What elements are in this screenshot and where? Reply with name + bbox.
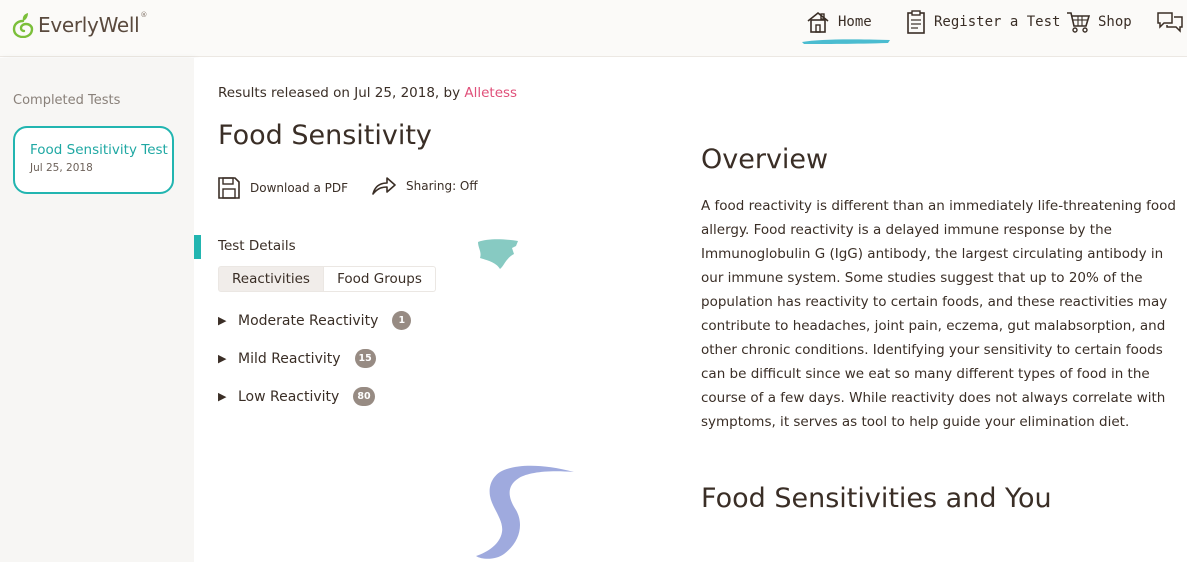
sidebar: Completed Tests Food Sensitivity Test Ju… bbox=[0, 58, 194, 562]
test-card-date: Jul 25, 2018 bbox=[30, 162, 93, 174]
clipboard-icon bbox=[907, 10, 925, 34]
results-released-line: Results released on Jul 25, 2018, by All… bbox=[218, 85, 517, 101]
top-header: EverlyWell ® Home Register a Test Shop bbox=[0, 0, 1187, 57]
overview-body: A food reactivity is different than an i… bbox=[701, 198, 1176, 430]
nav-shop[interactable]: Shop bbox=[1066, 10, 1132, 34]
nav-register-test[interactable]: Register a Test bbox=[906, 10, 1060, 34]
tab-food-groups[interactable]: Food Groups bbox=[324, 266, 436, 292]
expand-triangle-icon: ▶ bbox=[218, 352, 227, 365]
reactivity-label: Low Reactivity bbox=[238, 388, 340, 405]
released-author-link[interactable]: Alletess bbox=[464, 85, 517, 101]
test-details-tabs: Reactivities Food Groups bbox=[218, 266, 436, 292]
count-badge: 1 bbox=[392, 311, 412, 330]
house-icon bbox=[807, 11, 829, 33]
reactivity-row-moderate[interactable]: ▶ Moderate Reactivity 1 bbox=[218, 311, 412, 330]
share-arrow-icon bbox=[372, 177, 396, 195]
shopping-cart-icon bbox=[1067, 12, 1090, 33]
teal-paint-decoration bbox=[478, 239, 518, 269]
nav-support-chat[interactable] bbox=[1157, 10, 1187, 34]
page-title: Food Sensitivity bbox=[218, 120, 432, 151]
nav-shop-label: Shop bbox=[1098, 14, 1132, 30]
test-card-title: Food Sensitivity Test bbox=[30, 142, 168, 158]
test-details-label: Test Details bbox=[218, 238, 296, 254]
overview-heading: Overview bbox=[701, 144, 829, 175]
nav-home[interactable]: Home bbox=[806, 10, 872, 34]
download-pdf-label: Download a PDF bbox=[250, 181, 349, 195]
home-active-brushstroke bbox=[802, 39, 890, 44]
blue-paint-swirl-decoration bbox=[476, 465, 574, 559]
test-details-marker bbox=[194, 235, 201, 259]
chat-bubbles-icon bbox=[1157, 12, 1183, 33]
sharing-label: Sharing: Off bbox=[406, 179, 478, 193]
nav-home-label: Home bbox=[838, 14, 872, 30]
test-card-food-sensitivity[interactable]: Food Sensitivity Test Jul 25, 2018 bbox=[13, 126, 174, 194]
main-content: Results released on Jul 25, 2018, by All… bbox=[194, 58, 1187, 562]
download-pdf-button[interactable]: Download a PDF bbox=[218, 177, 348, 199]
leaf-logo-icon bbox=[12, 13, 34, 38]
food-sensitivities-heading: Food Sensitivities and You bbox=[701, 483, 1052, 514]
expand-triangle-icon: ▶ bbox=[218, 314, 227, 327]
nav-register-label: Register a Test bbox=[934, 14, 1061, 30]
reactivity-row-low[interactable]: ▶ Low Reactivity 80 bbox=[218, 387, 375, 406]
reactivity-label: Moderate Reactivity bbox=[238, 312, 379, 329]
floppy-disk-icon bbox=[218, 177, 240, 199]
everlywell-logo[interactable]: EverlyWell ® bbox=[11, 9, 147, 41]
expand-triangle-icon: ▶ bbox=[218, 390, 227, 403]
completed-tests-heading: Completed Tests bbox=[13, 93, 121, 108]
count-badge: 15 bbox=[354, 349, 376, 368]
logo-text: EverlyWell bbox=[38, 13, 140, 37]
released-text: Results released on Jul 25, 2018, by bbox=[218, 85, 461, 101]
reactivity-row-mild[interactable]: ▶ Mild Reactivity 15 bbox=[218, 349, 376, 368]
sharing-toggle[interactable]: Sharing: Off bbox=[372, 177, 478, 195]
registered-mark: ® bbox=[140, 11, 148, 19]
tab-reactivities[interactable]: Reactivities bbox=[218, 266, 324, 292]
reactivity-label: Mild Reactivity bbox=[238, 350, 341, 367]
count-badge: 80 bbox=[353, 387, 375, 406]
